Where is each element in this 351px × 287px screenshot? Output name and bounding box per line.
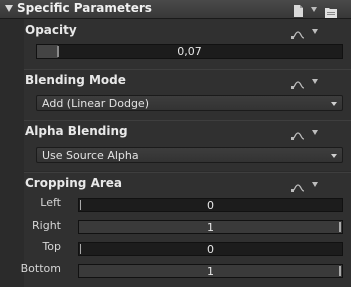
keyframe-curve-icon[interactable]: [291, 126, 305, 145]
crop-top-label: Top: [42, 240, 61, 253]
chevron-down-icon: [331, 102, 337, 106]
crop-right-field[interactable]: 1: [78, 220, 343, 234]
crop-right-value: 1: [207, 221, 214, 234]
keyframe-curve-icon[interactable]: [291, 25, 305, 44]
opacity-menu-chevron-down-icon[interactable]: [312, 29, 318, 34]
crop-bottom-label: Bottom: [20, 262, 61, 275]
crop-left-value: 0: [207, 199, 214, 212]
blending-mode-selected: Add (Linear Dodge): [42, 97, 149, 110]
blending-mode-dropdown[interactable]: Add (Linear Dodge): [36, 95, 343, 111]
blending-mode-title: Blending Mode: [25, 73, 126, 87]
cropping-area-menu-chevron-down-icon[interactable]: [312, 182, 318, 187]
panel-header[interactable]: Specific Parameters: [0, 0, 351, 19]
chevron-down-icon: [331, 154, 337, 158]
crop-bottom-field[interactable]: 1: [78, 264, 343, 278]
alpha-blending-selected: Use Source Alpha: [42, 149, 139, 162]
alpha-blending-dropdown[interactable]: Use Source Alpha: [36, 147, 343, 163]
page-menu-chevron-down-icon[interactable]: [311, 7, 317, 12]
crop-left-label: Left: [40, 196, 61, 209]
blending-mode-menu-chevron-down-icon[interactable]: [312, 79, 318, 84]
crop-bottom-value: 1: [207, 265, 214, 278]
crop-right-label: Right: [32, 219, 61, 232]
opacity-slider[interactable]: 0,07: [36, 44, 343, 59]
crop-top-field[interactable]: 0: [78, 242, 343, 256]
keyframe-curve-icon[interactable]: [291, 75, 305, 94]
alpha-blending-title: Alpha Blending: [25, 124, 128, 138]
collapse-triangle-icon[interactable]: [5, 5, 13, 12]
alpha-blending-menu-chevron-down-icon[interactable]: [312, 130, 318, 135]
panel-title: Specific Parameters: [17, 1, 152, 15]
opacity-value: 0,07: [177, 45, 202, 58]
opacity-title: Opacity: [25, 23, 77, 37]
crop-top-value: 0: [207, 243, 214, 256]
cropping-area-title: Cropping Area: [25, 176, 123, 190]
keyframe-curve-icon[interactable]: [291, 178, 305, 197]
crop-left-field[interactable]: 0: [78, 198, 343, 212]
